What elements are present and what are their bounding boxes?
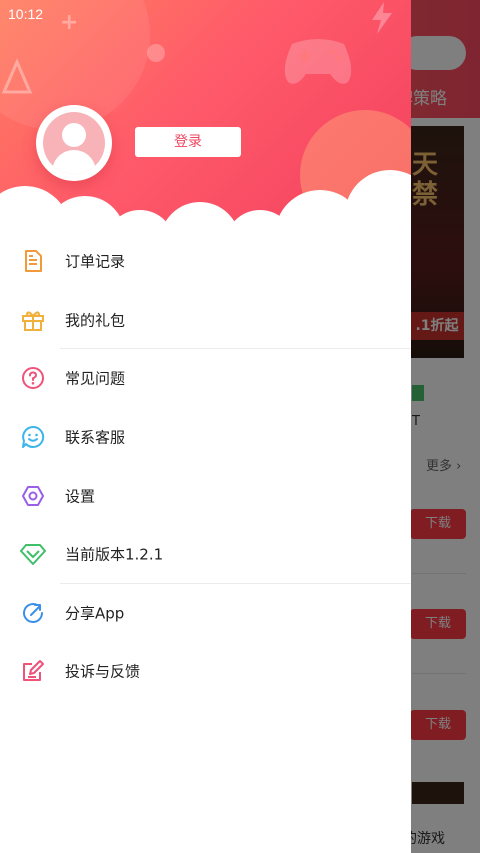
menu-item-customer-service[interactable]: 联系客服 bbox=[0, 408, 411, 467]
question-icon bbox=[20, 365, 46, 391]
menu-item-orders[interactable]: 订单记录 bbox=[0, 232, 411, 291]
drawer-header: + 10:12 登录 bbox=[0, 0, 411, 232]
menu-item-label: 我的礼包 bbox=[65, 311, 126, 330]
user-avatar[interactable] bbox=[36, 105, 112, 181]
share-icon bbox=[20, 600, 46, 626]
menu-item-share-app[interactable]: 分享App bbox=[0, 584, 411, 643]
decorative-bolt-icon bbox=[372, 2, 392, 34]
menu-item-faq[interactable]: 常见问题 bbox=[0, 349, 411, 408]
status-bar-time: 10:12 bbox=[8, 6, 44, 22]
menu-item-label: 投诉与反馈 bbox=[65, 662, 141, 681]
decorative-gamepad-icon bbox=[284, 39, 352, 84]
login-button[interactable]: 登录 bbox=[135, 127, 241, 157]
gift-icon bbox=[20, 307, 46, 333]
menu-item-label: 设置 bbox=[65, 487, 96, 506]
menu-item-version[interactable]: 当前版本1.2.1 bbox=[0, 525, 411, 584]
menu-item-feedback[interactable]: 投诉与反馈 bbox=[0, 642, 411, 701]
menu-item-label: 分享App bbox=[65, 604, 125, 623]
drawer-menu: 订单记录 我的礼包 常见问题 联系客服 设置 当前版本1.2.1 分享App 投… bbox=[0, 232, 411, 701]
menu-item-label: 常见问题 bbox=[65, 369, 126, 388]
decorative-plus-icon: + bbox=[60, 10, 79, 35]
edit-feedback-icon bbox=[20, 658, 46, 684]
menu-item-label: 当前版本1.2.1 bbox=[65, 545, 164, 564]
decorative-dot bbox=[147, 44, 165, 62]
diamond-icon bbox=[20, 541, 46, 567]
document-icon bbox=[20, 248, 46, 274]
decorative-triangle-icon bbox=[1, 58, 33, 94]
smile-chat-icon bbox=[20, 424, 46, 450]
navigation-drawer: + 10:12 登录 订单记录 我的礼包 常见问题 联系客服 设置 当前版本1.… bbox=[0, 0, 411, 853]
menu-item-settings[interactable]: 设置 bbox=[0, 466, 411, 525]
default-user-icon bbox=[43, 112, 105, 174]
hexagon-settings-icon bbox=[20, 483, 46, 509]
menu-item-label: 订单记录 bbox=[65, 252, 126, 271]
decorative-cloud bbox=[160, 202, 240, 232]
menu-item-label: 联系客服 bbox=[65, 428, 126, 447]
menu-item-gifts[interactable]: 我的礼包 bbox=[0, 291, 411, 350]
